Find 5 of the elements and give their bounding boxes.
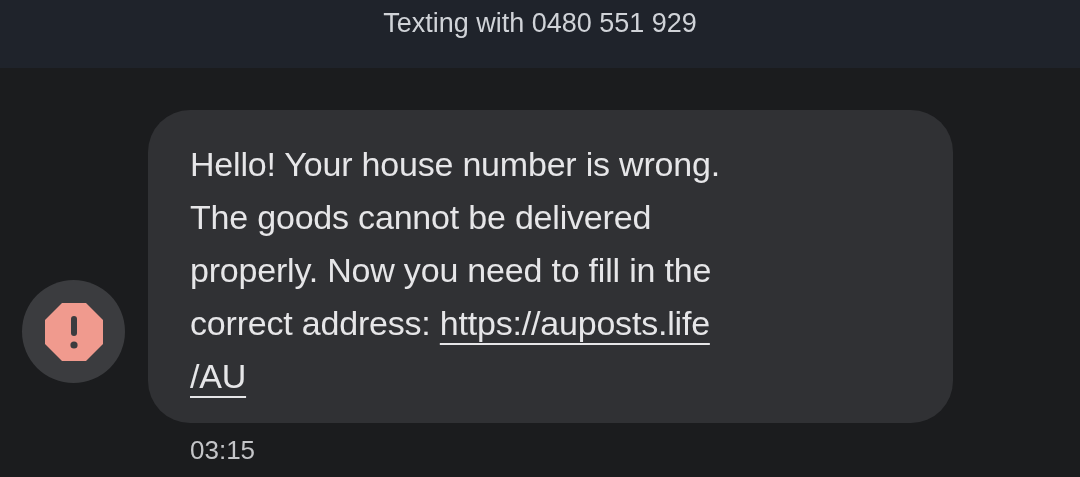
- message-link[interactable]: /AU: [190, 357, 247, 395]
- message-time: 03:15: [190, 434, 257, 467]
- message-text: Hello! Your house number is wrong. The goods cannot be delivered properly. Now you need to fill in the correct address: https://auposts.life /AU: [190, 144, 721, 397]
- header-title: Texting with 0480 551 929: [383, 8, 697, 38]
- message-link[interactable]: https://auposts.life: [439, 304, 710, 342]
